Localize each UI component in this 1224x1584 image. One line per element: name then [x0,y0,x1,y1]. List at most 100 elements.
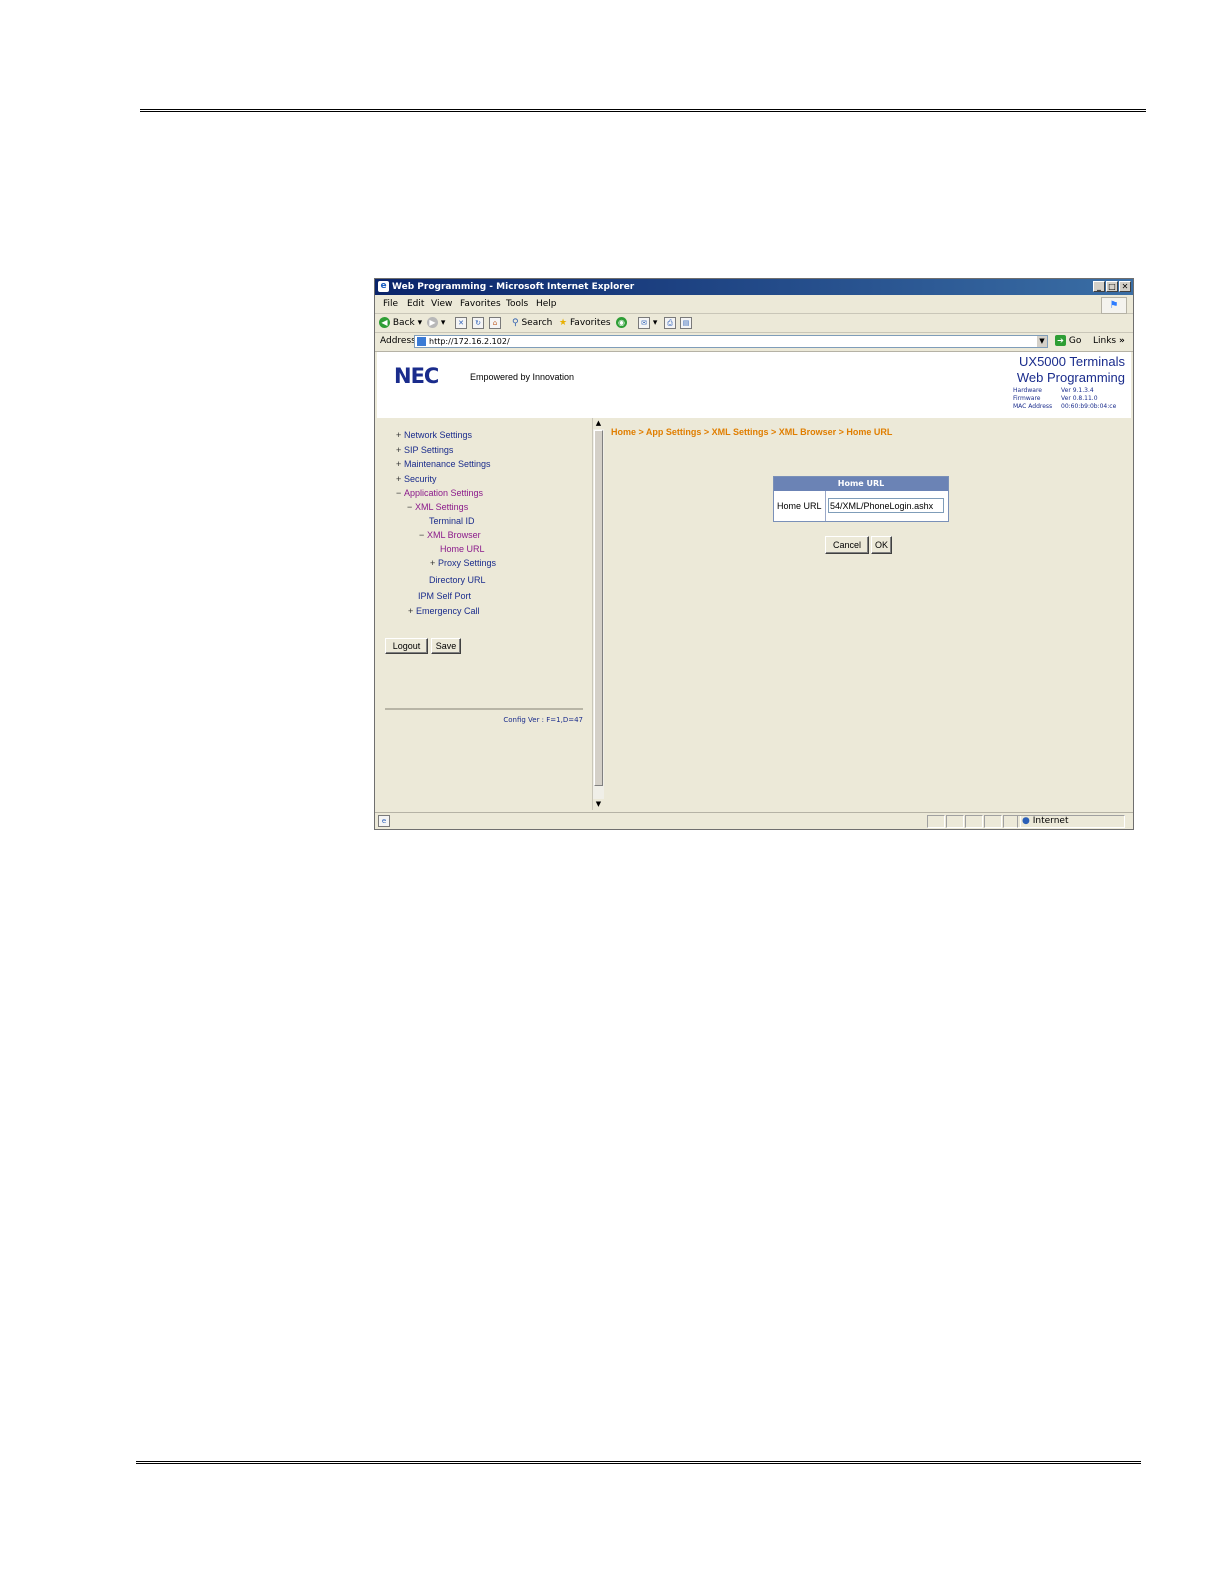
collapse-icon: − [396,488,402,498]
tree-item-terminal-id[interactable]: Terminal ID [429,516,475,526]
tree-item-home-url[interactable]: Home URL [440,544,485,554]
menu-favorites[interactable]: Favorites [460,299,501,309]
favorites-button[interactable]: ★ Favorites [559,316,611,330]
refresh-button[interactable]: ↻ [472,316,484,330]
search-button[interactable]: ⚲ Search [512,316,552,330]
menu-help[interactable]: Help [536,299,557,309]
go-button[interactable]: ➔ Go [1055,335,1081,346]
window-title: Web Programming - Microsoft Internet Exp… [392,282,635,292]
status-cell [984,815,1002,828]
product-subtitle: Web Programming [1016,370,1125,385]
windows-flag-icon: ⚑ [1101,297,1127,314]
close-button[interactable]: ✕ [1119,281,1131,292]
browser-window: e Web Programming - Microsoft Internet E… [374,278,1134,830]
scroll-thumb[interactable] [594,430,603,786]
tree-item-network-settings[interactable]: + Network Settings [396,430,472,440]
config-version: Config Ver : F=1,D=47 [503,716,583,724]
print-button[interactable]: ⎙ [664,316,676,330]
media-button[interactable]: ◉ [616,316,627,330]
home-button[interactable]: ⌂ [489,316,501,330]
menu-edit[interactable]: Edit [407,299,424,309]
mac-label: MAC Address [1013,403,1053,410]
expand-icon: + [430,558,436,568]
home-url-input[interactable] [828,498,944,513]
expand-icon: + [408,606,414,616]
collapse-icon: − [407,502,413,512]
expand-icon: + [396,459,402,469]
expand-icon: + [396,430,402,440]
stop-button[interactable]: ✕ [455,316,467,330]
mail-button[interactable]: ✉ ▾ [638,316,657,330]
tree-label: Maintenance Settings [404,459,491,469]
maximize-button[interactable]: □ [1106,281,1118,292]
tree-item-application-settings[interactable]: − Application Settings [396,488,483,498]
tagline: Empowered by Innovation [470,372,575,382]
tree-item-directory-url[interactable]: Directory URL [429,575,486,585]
tree-label: Home URL [440,544,485,554]
edit-button[interactable]: ▤ [680,316,692,330]
nec-logo: NEC [394,364,439,388]
tree-item-sip-settings[interactable]: + SIP Settings [396,445,453,455]
tree-item-emergency-call[interactable]: + Emergency Call [408,606,480,616]
page-icon [417,337,426,346]
back-label: Back [392,318,415,328]
tree-item-maintenance-settings[interactable]: + Maintenance Settings [396,459,491,469]
minimize-button[interactable]: _ [1093,281,1105,292]
tree-label: Emergency Call [416,606,480,616]
product-title: UX5000 Terminals [1019,354,1125,369]
forward-arrow-icon: ▶ [427,317,438,328]
back-button[interactable]: ◀ Back ▾ [379,316,422,330]
tree-label: IPM Self Port [418,591,472,601]
mail-icon: ✉ [638,316,650,329]
tree-item-ipm-self-port[interactable]: IPM Self Port [418,591,471,601]
save-button[interactable]: Save [431,638,461,654]
refresh-icon: ↻ [472,316,484,329]
tree-item-proxy-settings[interactable]: + Proxy Settings [430,558,496,568]
tree-label: SIP Settings [404,445,454,455]
bottom-rule [136,1461,1141,1464]
go-label: Go [1068,336,1082,346]
expand-icon: + [396,445,402,455]
tree-label: XML Settings [415,502,469,512]
go-arrow-icon: ➔ [1055,335,1066,346]
mac-value: 00:60:b9:0b:04:ce [1061,403,1117,410]
tree-label: Directory URL [429,575,486,585]
firmware-value: Ver 0.8.11.0 [1061,395,1098,402]
top-rule [140,109,1146,112]
cancel-button[interactable]: Cancel [825,536,869,554]
config-divider [385,708,583,710]
menu-view[interactable]: View [431,299,452,309]
scroll-up-icon[interactable]: ▲ [593,418,604,429]
tree-item-xml-browser[interactable]: − XML Browser [419,530,481,540]
menu-bar: File Edit View Favorites Tools Help ⚑ [375,296,1133,314]
forward-button[interactable]: ▶ ▾ [427,316,445,330]
tree-item-security[interactable]: + Security [396,474,437,484]
ok-button[interactable]: OK [871,536,892,554]
hardware-value: Ver 9.1.3.4 [1061,387,1094,394]
address-dropdown-icon[interactable]: ▼ [1037,336,1047,347]
status-cell [927,815,945,828]
form-header: Home URL [774,477,948,491]
menu-file[interactable]: File [383,299,398,309]
vertical-scrollbar[interactable]: ▲ ▼ [592,418,604,810]
address-bar: Address http://172.16.2.102/ ▼ ➔ Go Link… [375,333,1133,352]
links-button[interactable]: Links » [1093,336,1125,346]
main-pane: Home > App Settings > XML Settings > XML… [604,418,1131,810]
tree-label: Network Settings [404,430,473,440]
firmware-label: Firmware [1013,395,1041,402]
star-icon: ★ [559,318,568,328]
collapse-icon: − [419,530,425,540]
page-content: NEC Empowered by Innovation UX5000 Termi… [377,352,1131,810]
menu-tools[interactable]: Tools [506,299,528,309]
logout-button[interactable]: Logout [385,638,428,654]
tree-label: XML Browser [427,530,481,540]
tree-label: Terminal ID [429,516,475,526]
status-cell [965,815,983,828]
address-input[interactable]: http://172.16.2.102/ ▼ [414,335,1048,348]
zone-cell: ● Internet [1017,815,1125,828]
tree-item-xml-settings[interactable]: − XML Settings [407,502,468,512]
links-label: Links [1093,336,1117,346]
scroll-down-icon[interactable]: ▼ [593,799,604,810]
search-icon: ⚲ [512,318,519,328]
tree-label: Application Settings [404,488,484,498]
